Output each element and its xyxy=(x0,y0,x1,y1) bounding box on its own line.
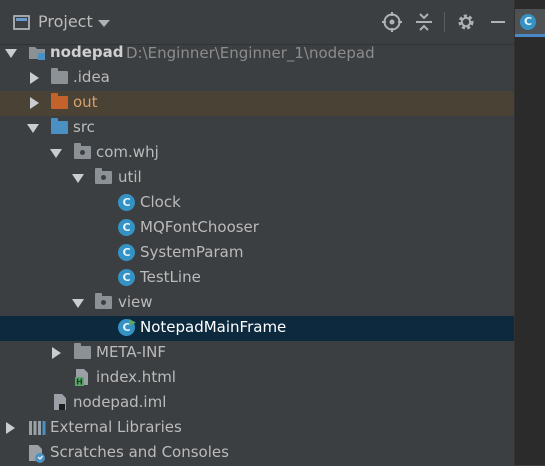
chevron-right-icon[interactable] xyxy=(30,97,39,109)
tree-item-label: MQFontChooser xyxy=(140,218,259,236)
tree-item-label: nodepad xyxy=(50,43,124,61)
class-icon: C xyxy=(118,219,135,236)
source-folder-icon xyxy=(51,118,68,134)
tree-item-label: com.whj xyxy=(96,143,159,161)
tree-item-clock[interactable]: C Clock xyxy=(0,191,514,216)
tree-item-out[interactable]: out xyxy=(0,91,514,116)
module-folder-icon xyxy=(29,47,45,60)
chevron-down-icon[interactable] xyxy=(72,299,84,308)
excluded-folder-icon xyxy=(51,93,68,109)
editor-area xyxy=(514,0,545,465)
class-icon: C xyxy=(118,194,135,211)
tree-item-scratches[interactable]: Scratches and Consoles xyxy=(0,441,514,466)
minimize-icon[interactable] xyxy=(487,11,509,33)
iml-file-icon xyxy=(54,394,66,410)
library-icon xyxy=(29,421,46,435)
tree-item-label: .idea xyxy=(73,68,110,86)
gear-icon[interactable] xyxy=(455,11,477,33)
tree-item-meta-inf[interactable]: META-INF xyxy=(0,341,514,366)
tree-item-external-libraries[interactable]: External Libraries xyxy=(0,416,514,441)
folder-icon xyxy=(74,343,91,359)
tree-item-label: nodepad.iml xyxy=(73,393,167,411)
tree-item-label: Scratches and Consoles xyxy=(50,443,229,461)
project-window-icon xyxy=(13,15,30,30)
tree-item-label: Clock xyxy=(140,193,181,211)
tree-item-notepadmainframe[interactable]: C NotepadMainFrame xyxy=(0,316,514,341)
tree-item-mqfontchooser[interactable]: C MQFontChooser xyxy=(0,216,514,241)
package-icon xyxy=(95,168,112,184)
chevron-down-icon[interactable] xyxy=(27,124,39,133)
tree-item-label: TestLine xyxy=(140,268,201,286)
tree-item-label: util xyxy=(118,168,142,186)
tree-item-label: index.html xyxy=(96,368,176,386)
svg-text:H: H xyxy=(76,378,83,387)
tree-item-label: External Libraries xyxy=(50,418,182,436)
target-icon[interactable] xyxy=(381,11,403,33)
tree-item-view[interactable]: view xyxy=(0,291,514,316)
class-icon: C xyxy=(118,244,135,261)
folder-icon xyxy=(51,68,68,84)
collapse-icon[interactable] xyxy=(413,11,435,33)
chevron-down-icon[interactable] xyxy=(72,174,84,183)
tree-item-index-html[interactable]: H index.html xyxy=(0,366,514,391)
tree-item-com-whj[interactable]: com.whj xyxy=(0,141,514,166)
class-icon: C xyxy=(118,269,135,286)
chevron-down-icon[interactable] xyxy=(50,149,62,158)
project-panel-header: Project xyxy=(0,0,514,45)
tree-item-label: src xyxy=(73,118,95,136)
tree-item-label: META-INF xyxy=(96,343,167,361)
project-view-title[interactable]: Project xyxy=(38,12,93,31)
tree-item-label: view xyxy=(118,293,153,311)
tree-item-label: out xyxy=(73,93,98,111)
tree-item-nodepad-iml[interactable]: nodepad.iml xyxy=(0,391,514,416)
project-path: D:\Enginner\Enginner_1\nodepad xyxy=(126,44,375,62)
tree-item-src[interactable]: src xyxy=(0,116,514,141)
tree-item-util[interactable]: util xyxy=(0,166,514,191)
tree-item-label: NotepadMainFrame xyxy=(140,318,287,336)
chevron-right-icon[interactable] xyxy=(30,72,39,84)
html-file-icon: H xyxy=(75,369,88,387)
package-icon xyxy=(95,293,112,309)
tree-item-nodepad[interactable]: nodepad D:\Enginner\Enginner_1\nodepad xyxy=(0,41,514,66)
tree-item-testline[interactable]: C TestLine xyxy=(0,266,514,291)
run-marker-icon xyxy=(129,319,136,326)
tree-item-systemparam[interactable]: C SystemParam xyxy=(0,241,514,266)
scratches-icon xyxy=(29,445,45,463)
chevron-down-icon[interactable] xyxy=(5,49,17,58)
tree-item-idea[interactable]: .idea xyxy=(0,66,514,91)
view-selector-chevron-down-icon[interactable] xyxy=(98,20,110,27)
toolbar-divider xyxy=(444,12,445,32)
class-icon: C xyxy=(520,14,536,30)
chevron-right-icon[interactable] xyxy=(6,422,15,434)
tree-item-label: SystemParam xyxy=(140,243,244,261)
package-icon xyxy=(74,143,91,159)
chevron-right-icon[interactable] xyxy=(52,347,61,359)
